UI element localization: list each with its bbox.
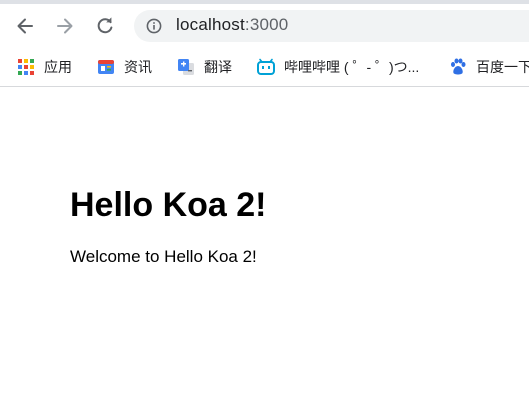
info-icon[interactable] bbox=[146, 18, 162, 34]
url-text[interactable]: localhost:3000 bbox=[176, 15, 288, 35]
page-text: Welcome to Hello Koa 2! bbox=[70, 247, 257, 266]
bookmark-label: 哔哩哔哩 ( ゜- ゜)つ... bbox=[284, 59, 420, 75]
reload-button[interactable] bbox=[91, 12, 119, 40]
bookmark-label: 资讯 bbox=[124, 59, 152, 75]
bookmarks-bar: 应用 资讯 翻译 哔哩哔哩 ( ゜- ゜)つ... 百度一下 bbox=[0, 48, 529, 87]
bookmark-baidu[interactable]: 百度一下 bbox=[449, 48, 529, 86]
arrow-left-icon bbox=[17, 18, 33, 34]
baidu-paw-icon bbox=[451, 58, 466, 75]
page-heading: Hello Koa 2! bbox=[70, 186, 267, 224]
bookmark-bilibili[interactable]: 哔哩哔哩 ( ゜- ゜)つ... bbox=[257, 48, 419, 86]
bookmark-label: 翻译 bbox=[204, 59, 232, 75]
page-content: Hello Koa 2! Welcome to Hello Koa 2! bbox=[0, 87, 529, 415]
bookmark-label: 应用 bbox=[44, 59, 72, 75]
bookmark-apps[interactable]: 应用 bbox=[17, 48, 72, 86]
reload-icon bbox=[97, 17, 113, 34]
translate-icon bbox=[178, 59, 194, 75]
back-button[interactable] bbox=[11, 12, 39, 40]
bookmark-translate[interactable]: 翻译 bbox=[177, 48, 232, 86]
browser-toolbar: localhost:3000 bbox=[0, 4, 529, 48]
url-host: localhost bbox=[176, 15, 245, 34]
url-port: :3000 bbox=[244, 15, 289, 34]
news-icon bbox=[98, 60, 114, 74]
apps-grid-icon bbox=[18, 59, 34, 75]
bilibili-icon bbox=[257, 58, 275, 75]
bookmark-label: 百度一下 bbox=[476, 59, 529, 75]
address-bar[interactable]: localhost:3000 bbox=[134, 10, 529, 42]
bookmark-news[interactable]: 资讯 bbox=[97, 48, 152, 86]
forward-button[interactable] bbox=[51, 12, 79, 40]
arrow-right-icon bbox=[57, 18, 73, 34]
